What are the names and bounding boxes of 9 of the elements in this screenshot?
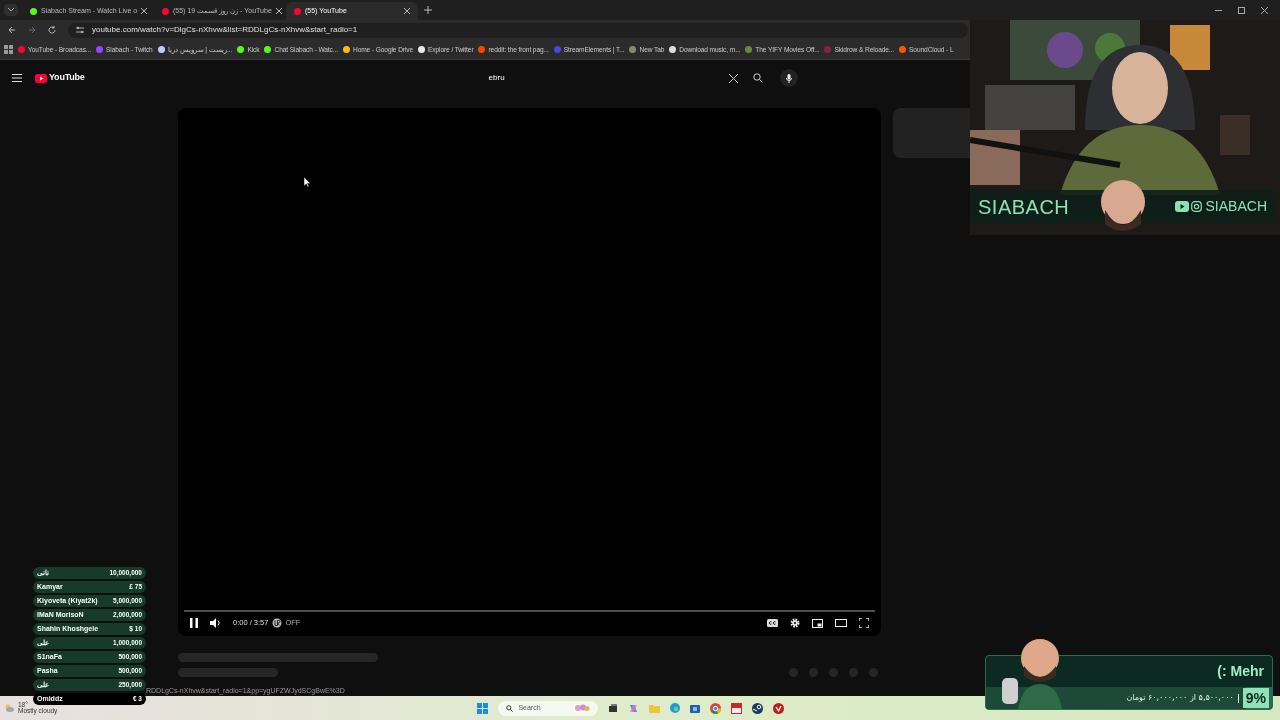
address-text: youtube.com/watch?v=DlgCs-nXhvw&list=RDDLgCs-nXhvw&start_radio=1 — [92, 24, 358, 36]
youtube-logo[interactable]: YouTube — [35, 71, 85, 85]
channel-handle: SIABACH — [1205, 197, 1267, 216]
goal-title: (: Mehr — [1217, 662, 1264, 681]
goal-progress: ۵,۵۰۰,۰۰۰ از ۶۰,۰۰۰,۰۰۰ تومان — [1126, 692, 1234, 704]
goal-percent: 9% — [1242, 688, 1269, 708]
brand-logo: SIABACH — [978, 194, 1070, 220]
video-search-input[interactable]: ebru — [480, 68, 746, 88]
address-bar[interactable]: youtube.com/watch?v=DlgCs-nXhvw&list=RDDLgCs-nXhvw&start_radio=1 — [68, 22, 968, 38]
